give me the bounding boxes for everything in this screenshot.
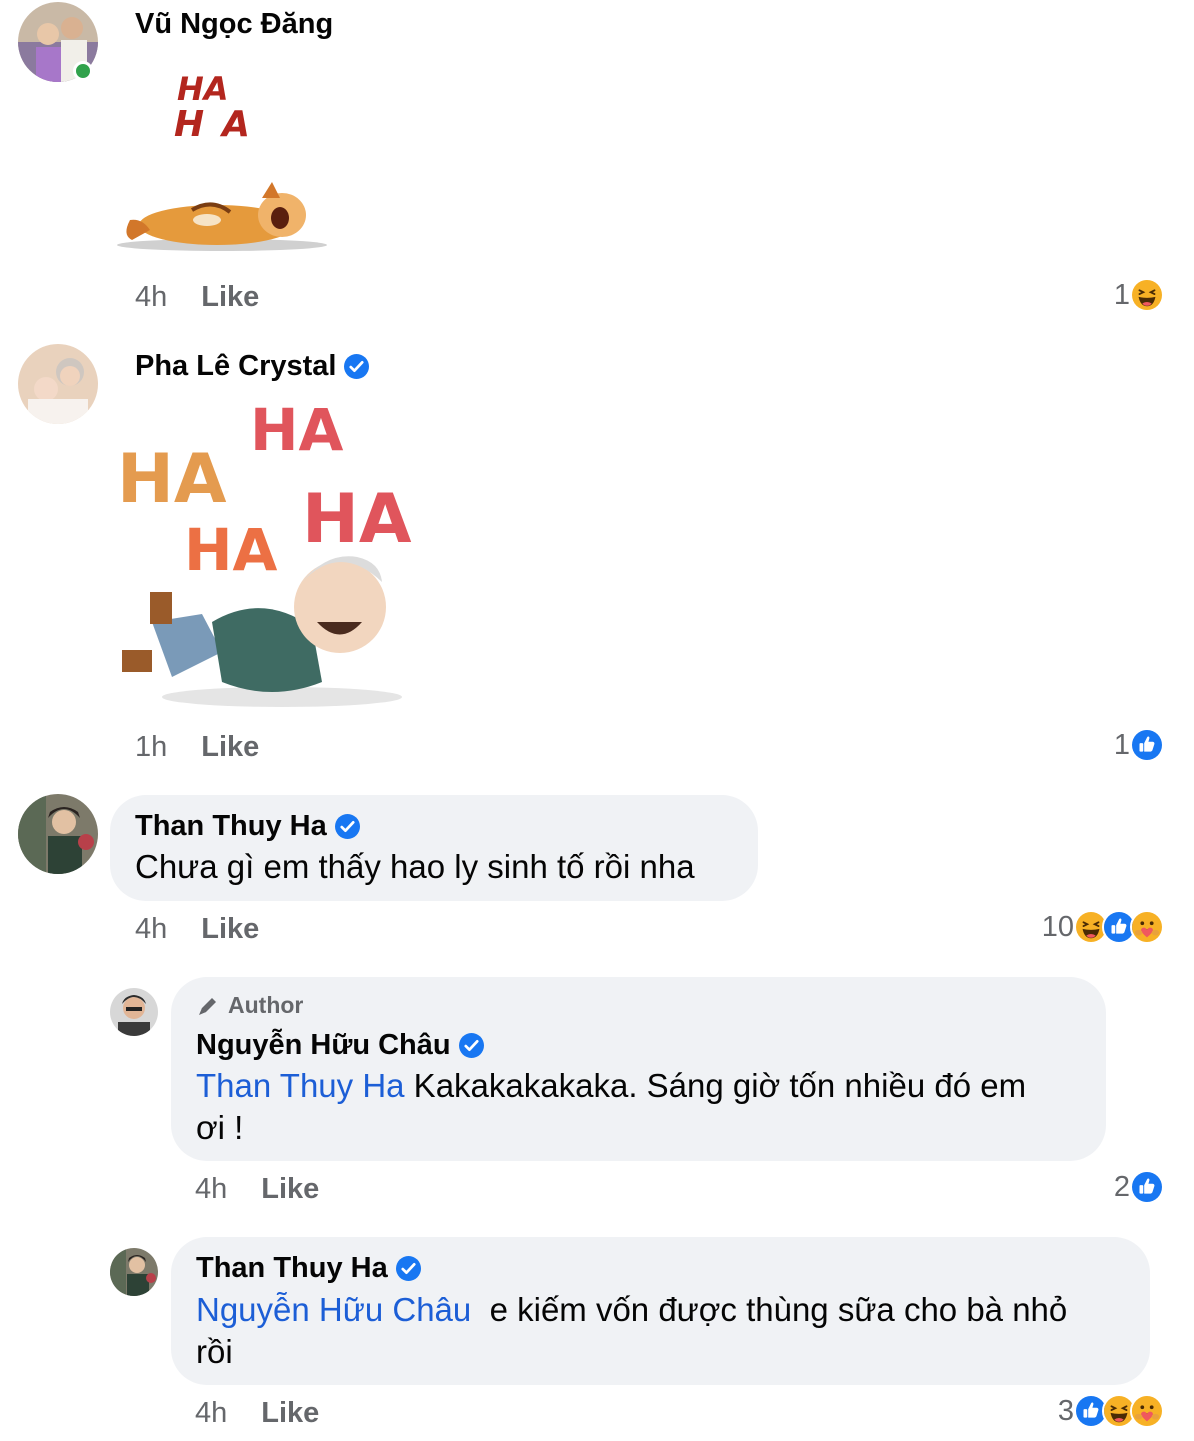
haha-memoji-sticker: HA HA HA HA	[112, 392, 422, 717]
commenter-name[interactable]: Vũ Ngọc Đăng	[135, 8, 333, 41]
commenter-name[interactable]: Than Thuy Ha	[135, 810, 360, 843]
sticker-text: HA	[250, 396, 344, 464]
reaction-count: 10	[1041, 910, 1074, 943]
verified-badge-icon	[344, 354, 369, 379]
haha-reaction-icon	[1130, 278, 1164, 312]
comment-meta: 1h Like	[135, 731, 259, 764]
comment-time[interactable]: 4h	[135, 281, 167, 314]
care-reaction-icon	[1130, 910, 1164, 944]
reply-text: Than Thuy Ha Kakakakakaka. Sáng giờ tốn …	[196, 1065, 1026, 1107]
comment-time[interactable]: 4h	[195, 1173, 227, 1206]
like-reaction-icon	[1130, 1170, 1164, 1204]
comment-meta: 4h Like	[195, 1397, 319, 1430]
commenter-name-text[interactable]: Vũ Ngọc Đăng	[135, 8, 333, 41]
mention-link[interactable]: Than Thuy Ha	[196, 1067, 405, 1104]
sticker-text: HA	[177, 70, 229, 108]
reaction-count: 2	[1113, 1170, 1130, 1203]
sticker-text: HA	[302, 480, 412, 559]
avatar[interactable]	[18, 794, 98, 874]
like-button[interactable]: Like	[201, 913, 259, 946]
like-button[interactable]: Like	[261, 1397, 319, 1430]
author-badge: Author	[196, 992, 303, 1019]
comment-time[interactable]: 4h	[135, 913, 167, 946]
reply-text-line1: Kakakakakaka. Sáng giờ tốn nhiều đó em	[404, 1067, 1027, 1104]
like-button[interactable]: Like	[261, 1173, 319, 1206]
commenter-name[interactable]: Pha Lê Crystal	[135, 350, 369, 383]
mention-link[interactable]: Nguyễn Hữu Châu	[196, 1291, 471, 1328]
comment-time[interactable]: 4h	[195, 1397, 227, 1430]
comment-bubble: Than Thuy Ha Chưa gì em thấy hao ly sinh…	[110, 795, 758, 901]
avatar[interactable]	[18, 344, 98, 424]
like-button[interactable]: Like	[201, 281, 259, 314]
commenter-name[interactable]: Nguyễn Hữu Châu	[196, 1029, 484, 1062]
online-status-dot	[73, 61, 93, 81]
comment-meta: 4h Like	[195, 1173, 319, 1206]
verified-badge-icon	[396, 1256, 421, 1281]
comment-text: Chưa gì em thấy hao ly sinh tố rồi nha	[135, 848, 695, 885]
verified-badge-icon	[335, 814, 360, 839]
commenter-name-text[interactable]: Nguyễn Hữu Châu	[196, 1029, 451, 1062]
commenter-name-text[interactable]: Than Thuy Ha	[196, 1252, 388, 1285]
reaction-summary[interactable]: 10	[1042, 910, 1164, 944]
reaction-summary[interactable]: 3	[1058, 1394, 1164, 1428]
sticker-text: HA	[184, 516, 278, 584]
reply-bubble: Than Thuy Ha Nguyễn Hữu Châu e kiếm vốn …	[171, 1237, 1150, 1385]
reaction-summary[interactable]: 1	[1114, 278, 1164, 312]
reaction-summary[interactable]: 2	[1114, 1170, 1164, 1204]
avatar[interactable]	[110, 1248, 158, 1296]
comment-time[interactable]: 1h	[135, 731, 167, 764]
commenter-name-text[interactable]: Than Thuy Ha	[135, 810, 327, 843]
reaction-count: 1	[1113, 278, 1130, 311]
like-reaction-icon	[1130, 728, 1164, 762]
reaction-summary[interactable]: 1	[1114, 728, 1164, 762]
commenter-name-text[interactable]: Pha Lê Crystal	[135, 350, 336, 383]
commenter-name[interactable]: Than Thuy Ha	[196, 1252, 421, 1285]
avatar[interactable]	[110, 988, 158, 1036]
comment-meta: 4h Like	[135, 281, 259, 314]
reaction-count: 1	[1113, 728, 1130, 761]
sticker-text: HA	[174, 104, 268, 145]
reply-text: Nguyễn Hữu Châu e kiếm vốn được thùng sữ…	[196, 1289, 1067, 1331]
comment-meta: 4h Like	[135, 913, 259, 946]
author-badge-label: Author	[228, 992, 304, 1018]
verified-badge-icon	[459, 1033, 484, 1058]
reply-text-line2: rồi	[196, 1333, 233, 1370]
reply-text-line1: e kiếm vốn được thùng sữa cho bà nhỏ	[471, 1291, 1068, 1328]
like-button[interactable]: Like	[201, 731, 259, 764]
reaction-count: 3	[1057, 1394, 1074, 1427]
care-reaction-icon	[1130, 1394, 1164, 1428]
pen-icon	[199, 997, 216, 1015]
sticker-text: HA	[117, 440, 227, 519]
reply-bubble: Author Nguyễn Hữu Châu Than Thuy Ha Kaka…	[171, 977, 1106, 1161]
reply-text-line2: ơi !	[196, 1109, 244, 1146]
haha-dog-sticker: HA HA	[112, 70, 332, 260]
